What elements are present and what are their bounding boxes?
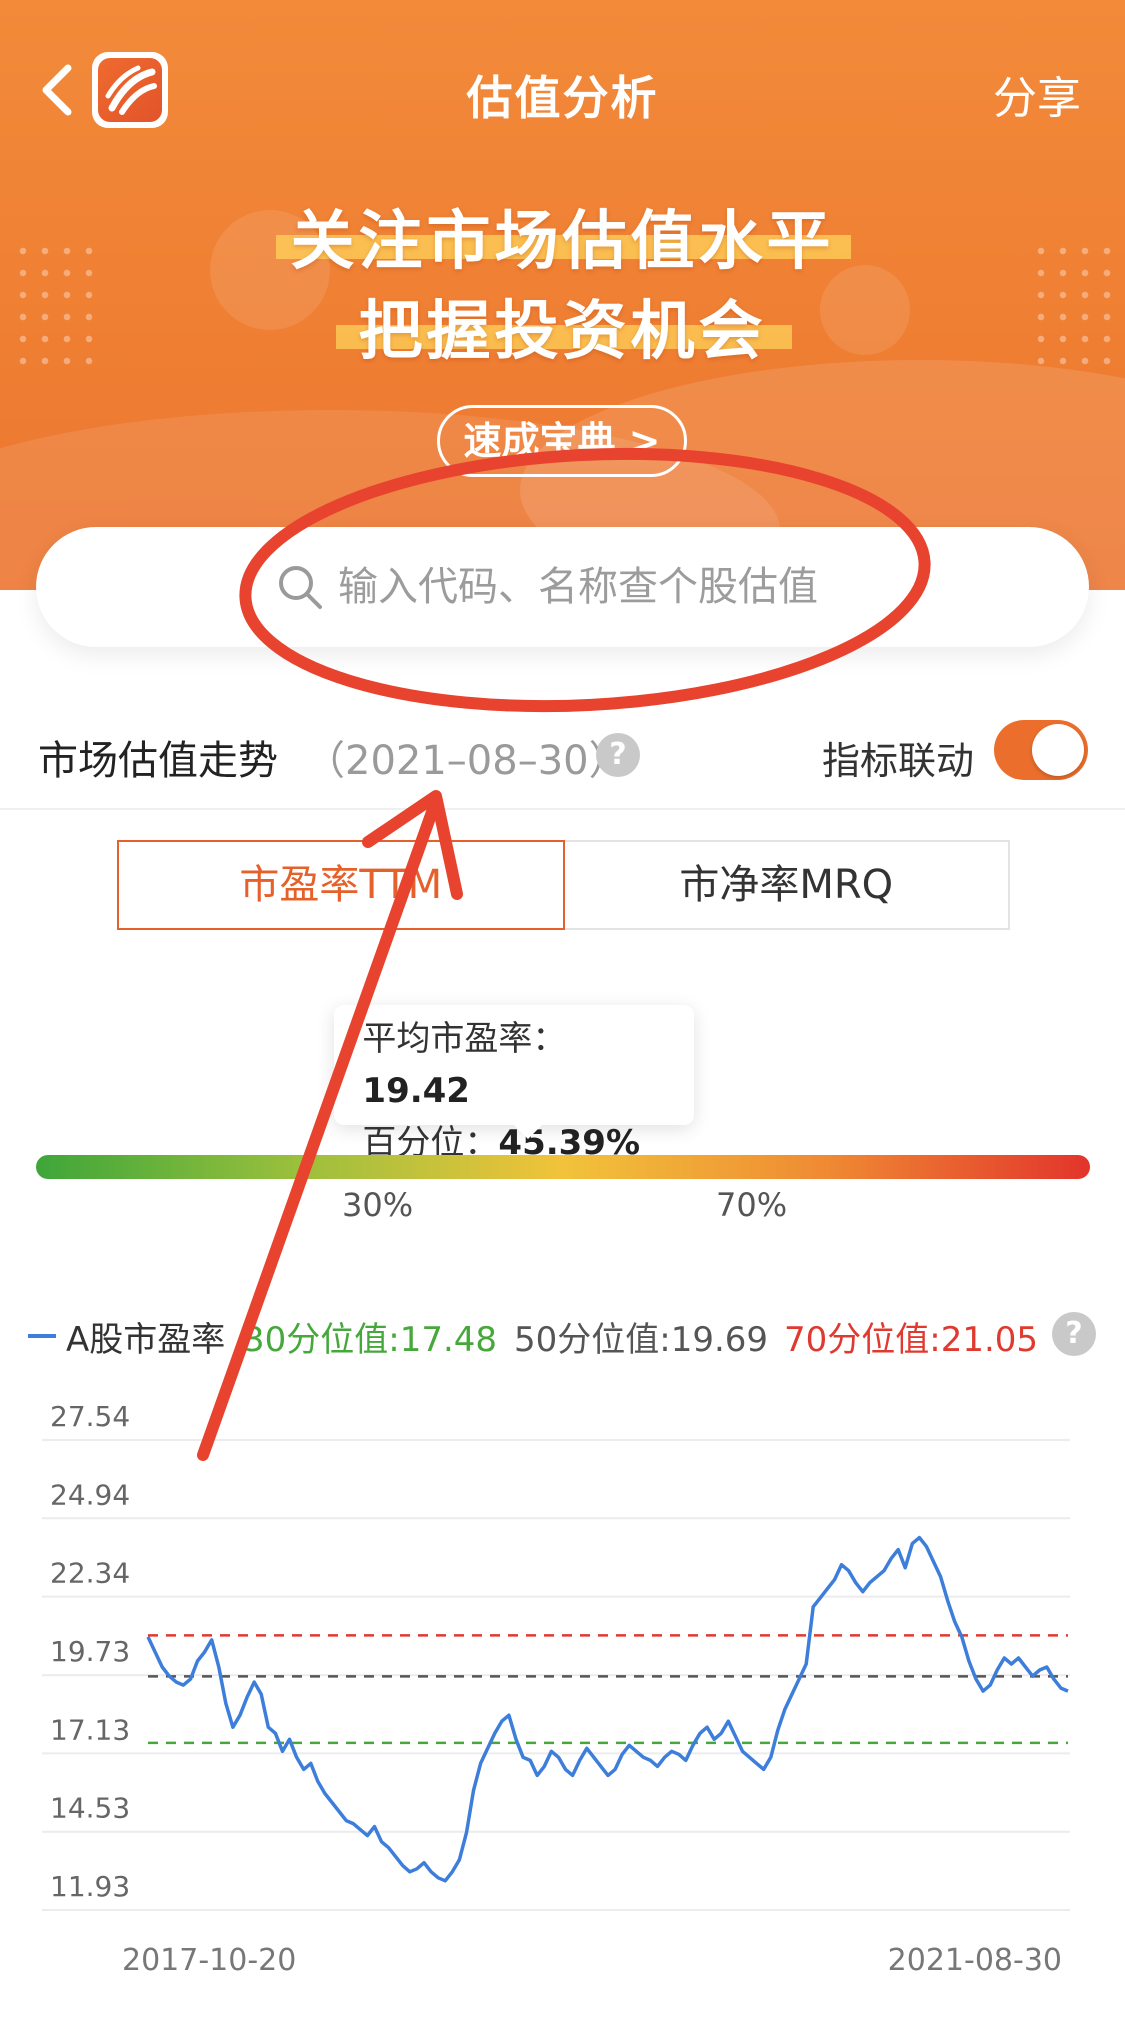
series-line <box>146 1535 1069 1883</box>
avg-pe-value: 19.42 <box>362 1071 470 1111</box>
search-bar[interactable] <box>36 527 1089 647</box>
y-tick-label: 22.34 <box>50 1557 130 1590</box>
pe-chart-svg: 27.54 24.94 22.34 19.73 17.13 14.53 11.93 2017-… <box>42 1400 1070 1978</box>
pe-chart: 27.54 24.94 22.34 19.73 17.13 14.53 11.93 2017-… <box>0 1390 1125 1990</box>
bar-label-70: 70% <box>716 1186 788 1224</box>
avg-pe-label: 平均市盈率： <box>362 1019 567 1059</box>
x-tick-label-start: 2017-10-20 <box>122 1943 296 1978</box>
banner-headline-1: 关注市场估值水平 <box>0 190 1125 282</box>
tab-pb-mrq[interactable]: 市净率MRQ <box>564 840 1010 930</box>
guide-button[interactable]: 速成宝典 > <box>437 405 687 477</box>
page-title: 估值分析 <box>466 71 659 125</box>
x-tick-label-end: 2021-08-30 <box>888 1943 1062 1978</box>
series-swatch <box>28 1334 56 1338</box>
y-tick-label: 11.93 <box>50 1870 130 1903</box>
y-tick-label: 27.54 <box>50 1400 130 1433</box>
toggle-knob <box>1032 724 1084 776</box>
legend-p50: 50分位值:19.69 <box>514 1320 769 1360</box>
legend-p70: 70分位值:21.05 <box>784 1320 1039 1360</box>
legend-series: A股市盈率 <box>66 1320 226 1360</box>
legend-help-icon[interactable]: ? <box>1052 1312 1096 1356</box>
top-bar: 估值分析 分享 <box>0 0 1125 180</box>
indicator-link-label: 指标联动 <box>822 739 975 783</box>
help-icon[interactable]: ? <box>596 733 640 777</box>
section-date: （2021–08–30） <box>305 738 629 784</box>
banner-headline-2: 把握投资机会 <box>0 280 1125 372</box>
header-banner: 估值分析 分享 关注市场估值水平 把握投资机会 速成宝典 > <box>0 0 1125 590</box>
tooltip-avg-row: 平均市盈率： 19.42 <box>362 1013 666 1117</box>
divider <box>0 808 1125 810</box>
tab-pe-ttm[interactable]: 市盈率TTM <box>117 840 565 930</box>
y-tick-label: 19.73 <box>50 1635 130 1668</box>
legend-p30: 30分位值:17.48 <box>243 1320 498 1360</box>
bar-label-30: 30% <box>342 1186 414 1224</box>
percentile-tooltip: 平均市盈率：19.42 百分位：45.39% <box>334 1005 695 1163</box>
y-tick-label: 14.53 <box>50 1792 130 1825</box>
search-icon <box>279 566 322 609</box>
y-tick-label: 24.94 <box>50 1478 130 1511</box>
tooltip-arrow <box>514 1125 543 1139</box>
share-button[interactable]: 分享 <box>993 62 1081 126</box>
chart-legend: A股市盈率 30分位值:17.48 50分位值:19.69 70分位值:21.0… <box>28 1312 1108 1362</box>
percentile-gradient-bar <box>36 1155 1090 1179</box>
metric-tabs: 市盈率TTM 市净率MRQ <box>117 840 1010 930</box>
indicator-link-toggle[interactable] <box>994 720 1088 780</box>
section-title: 市场估值走势 <box>38 738 278 784</box>
y-tick-label: 17.13 <box>50 1713 130 1746</box>
search-input[interactable] <box>338 553 958 621</box>
